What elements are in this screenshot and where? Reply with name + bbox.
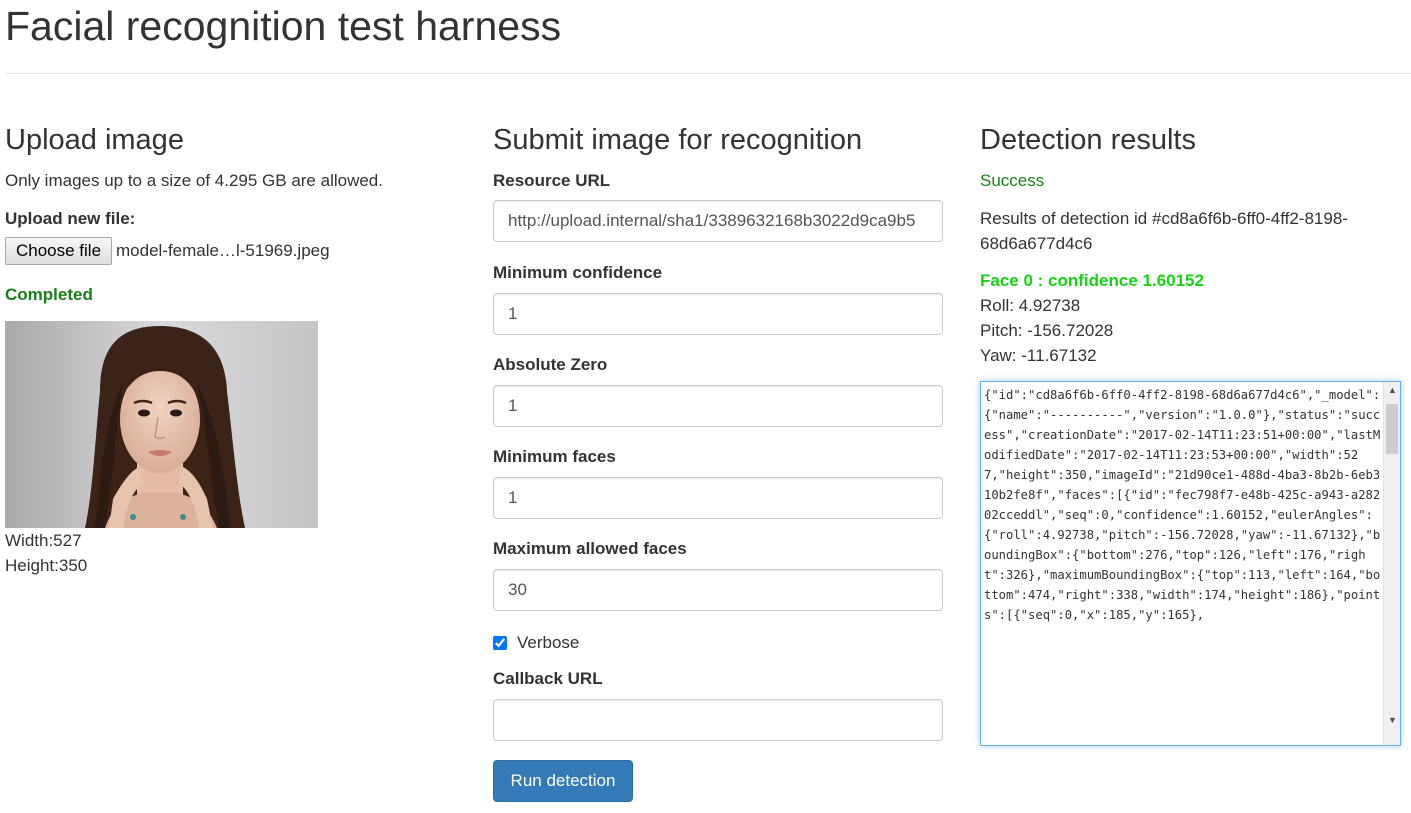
json-output-textarea[interactable]: {"id":"cd8a6f6b-6ff0-4ff2-8198-68d6a677d…	[980, 381, 1401, 746]
scroll-down-icon[interactable]: ▼	[1384, 715, 1400, 725]
json-scrollbar[interactable]: ▲ ▼	[1383, 382, 1400, 745]
results-heading: Detection results	[980, 124, 1196, 156]
absolute-zero-input[interactable]	[493, 385, 943, 427]
verbose-checkbox[interactable]	[493, 636, 507, 650]
face-roll: Roll: 4.92738	[980, 296, 1081, 315]
results-section: Detection results Success Results of det…	[980, 123, 1405, 753]
choose-file-button[interactable]: Choose file	[5, 237, 112, 265]
detection-status: Success	[980, 171, 1045, 190]
callback-url-label: Callback URL	[493, 669, 603, 688]
callback-url-input[interactable]	[493, 699, 943, 741]
submit-section: Submit image for recognition Resource UR…	[493, 123, 943, 813]
resource-url-input[interactable]	[493, 200, 943, 242]
face-pitch: Pitch: -156.72028	[980, 321, 1114, 340]
scroll-up-icon[interactable]: ▲	[1384, 385, 1400, 395]
resource-url-label: Resource URL	[493, 171, 611, 190]
image-width: Width:527	[5, 531, 82, 550]
detection-id-line2: 68d6a677d4c6	[980, 234, 1093, 253]
absolute-zero-label: Absolute Zero	[493, 355, 608, 374]
face-confidence-header: Face 0 : confidence 1.60152	[980, 271, 1204, 290]
minimum-confidence-input[interactable]	[493, 293, 943, 335]
upload-section: Upload image Only images up to a size of…	[5, 123, 465, 603]
page-title: Facial recognition test harness	[5, 3, 562, 49]
selected-file-name: model-female…l-51969.jpeg	[116, 241, 330, 260]
json-output-text: {"id":"cd8a6f6b-6ff0-4ff2-8198-68d6a677d…	[984, 388, 1381, 622]
minimum-faces-input[interactable]	[493, 477, 943, 519]
submit-heading: Submit image for recognition	[493, 124, 863, 156]
verbose-label: Verbose	[517, 633, 580, 652]
scroll-thumb[interactable]	[1386, 404, 1398, 454]
size-note: Only images up to a size of 4.295 GB are…	[5, 171, 383, 190]
uploaded-image-preview	[5, 321, 318, 528]
minimum-faces-label: Minimum faces	[493, 447, 616, 466]
portrait-photo	[5, 321, 318, 528]
maximum-faces-label: Maximum allowed faces	[493, 539, 687, 558]
upload-file-label: Upload new file:	[5, 209, 136, 228]
maximum-faces-input[interactable]	[493, 569, 943, 611]
detection-id-line1: Results of detection id #cd8a6f6b-6ff0-4…	[980, 209, 1348, 228]
face-yaw: Yaw: -11.67132	[980, 346, 1097, 365]
run-detection-button[interactable]: Run detection	[493, 760, 633, 802]
minimum-confidence-label: Minimum confidence	[493, 263, 663, 282]
upload-heading: Upload image	[5, 124, 184, 156]
upload-status: Completed	[5, 285, 93, 304]
image-height: Height:350	[5, 556, 88, 575]
title-divider	[5, 73, 1411, 74]
